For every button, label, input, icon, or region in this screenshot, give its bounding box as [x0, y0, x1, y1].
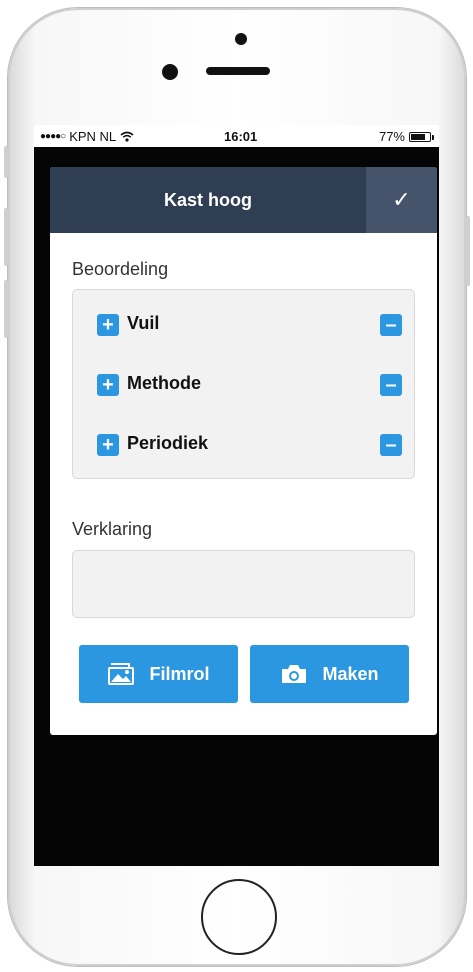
front-camera	[235, 33, 247, 45]
status-left: ●●●●○ KPN NL	[40, 129, 134, 144]
camera-roll-button[interactable]: Filmrol	[79, 645, 238, 703]
home-button[interactable]	[201, 879, 277, 955]
image-gallery-icon	[108, 663, 135, 685]
dialog-header: Kast hoog ✓	[50, 167, 437, 233]
plus-icon[interactable]: +	[97, 434, 119, 456]
mute-switch	[4, 146, 8, 178]
status-right: 77%	[378, 129, 434, 144]
statement-input[interactable]	[72, 550, 415, 618]
plus-icon[interactable]: +	[97, 314, 119, 336]
minus-icon[interactable]: –	[380, 314, 402, 336]
carrier-name: KPN NL	[69, 129, 117, 144]
take-photo-button[interactable]: Maken	[250, 645, 409, 703]
phone-screen: ●●●●○ KPN NL 16:01 77% Kast hoog ✓ Beoor…	[34, 125, 439, 866]
plus-icon[interactable]: +	[97, 374, 119, 396]
volume-down-button	[4, 280, 8, 338]
rating-section-label: Beoordeling	[72, 259, 169, 279]
rating-list: + Vuil – + Methode – + Periodiek –	[72, 289, 415, 479]
power-button	[466, 216, 470, 286]
battery-icon	[409, 131, 434, 142]
minus-icon[interactable]: –	[380, 434, 402, 456]
battery-percent: 77%	[378, 129, 405, 144]
camera-icon	[282, 665, 307, 683]
rating-row-vuil: + Vuil –	[97, 310, 402, 340]
volume-up-button	[4, 208, 8, 266]
statement-section-label: Verklaring	[72, 519, 153, 539]
battery-fill	[411, 133, 425, 140]
wifi-icon	[120, 131, 134, 142]
proximity-sensor	[162, 64, 178, 80]
earpiece-speaker	[206, 67, 270, 75]
status-bar: ●●●●○ KPN NL 16:01 77%	[34, 125, 439, 147]
minus-icon[interactable]: –	[380, 374, 402, 396]
status-time: 16:01	[224, 129, 258, 144]
rating-label: Methode	[127, 373, 201, 393]
checkmark-icon: ✓	[392, 187, 411, 212]
rating-row-methode: + Methode –	[97, 370, 402, 400]
dialog: Kast hoog ✓ Beoordeling + Vuil – + Metho…	[50, 167, 437, 735]
signal-strength-icon: ●●●●○	[40, 131, 66, 142]
take-photo-label: Maken	[322, 663, 379, 684]
rating-label: Vuil	[127, 313, 160, 333]
rating-label: Periodiek	[127, 433, 209, 453]
dialog-title: Kast hoog	[164, 190, 252, 210]
camera-roll-label: Filmrol	[149, 663, 210, 684]
rating-row-periodiek: + Periodiek –	[97, 430, 402, 460]
confirm-button[interactable]: ✓	[366, 167, 437, 233]
